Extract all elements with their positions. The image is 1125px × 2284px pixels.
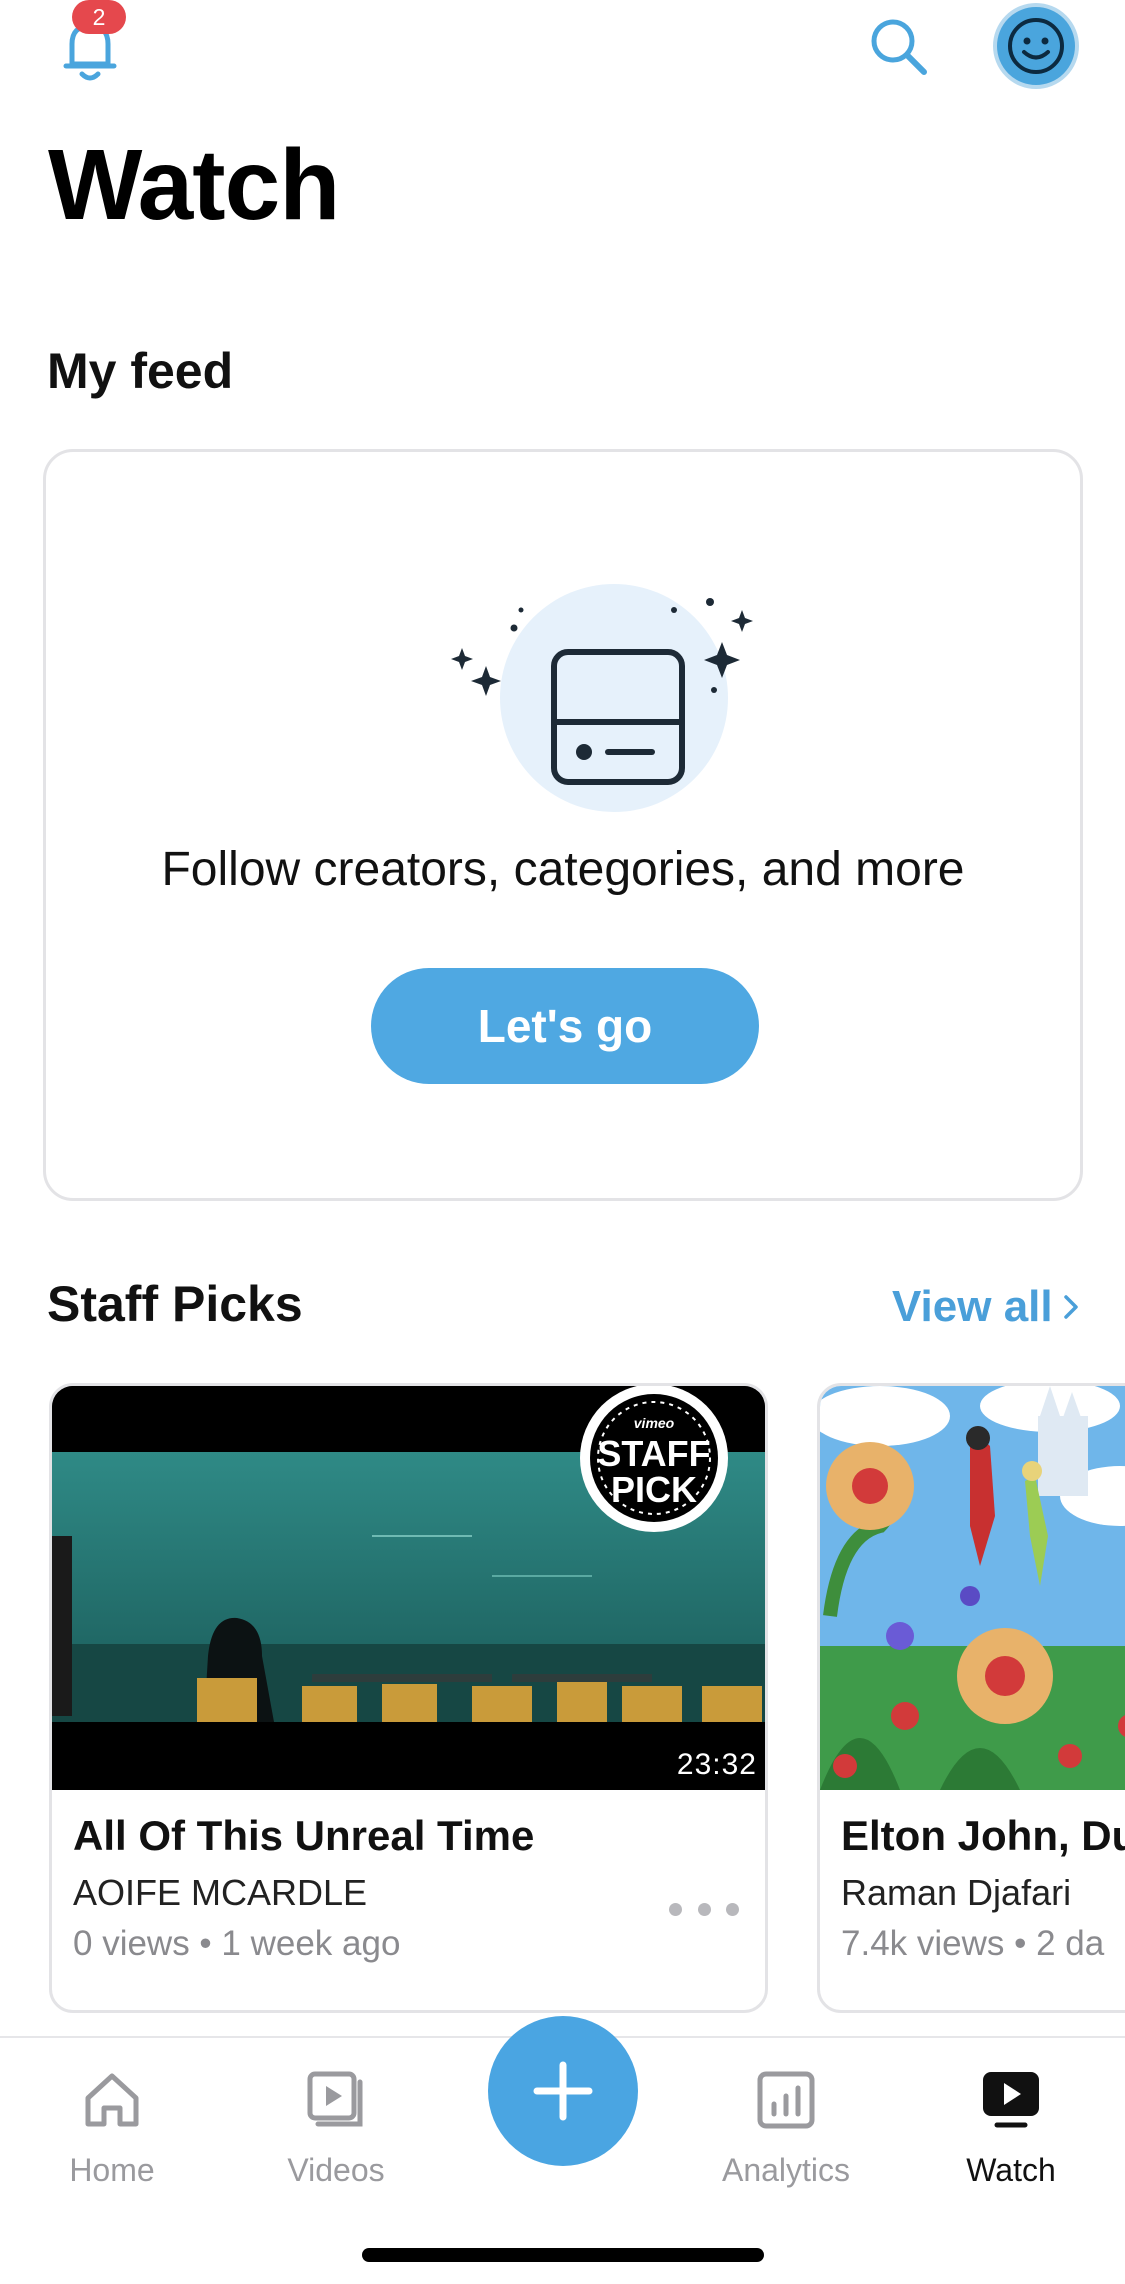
- badge-staff-text: STAFF: [597, 1433, 710, 1474]
- tab-videos[interactable]: Videos: [246, 2068, 426, 2189]
- tab-home[interactable]: Home: [22, 2068, 202, 2189]
- video-duration: 23:32: [676, 1748, 757, 1781]
- tab-videos-label: Videos: [287, 2152, 385, 2188]
- tab-watch-label: Watch: [966, 2152, 1056, 2188]
- video-thumbnail[interactable]: vimeo STAFF PICK 23:32: [52, 1386, 765, 1790]
- staff-picks-title: Staff Picks: [47, 1276, 303, 1332]
- add-video-button[interactable]: [488, 2016, 638, 2166]
- feed-illustration-icon: [451, 584, 753, 812]
- video-author[interactable]: Raman Djafari: [841, 1872, 1071, 1914]
- badge-pick-text: PICK: [611, 1469, 697, 1510]
- feed-prompt-text: Follow creators, categories, and more: [161, 843, 965, 896]
- chevron-right-icon: [1063, 1295, 1078, 1319]
- thumbnail-image: [820, 1386, 1125, 1790]
- watch-screen: 2 Watch My feed Follow creators, categor…: [0, 0, 1125, 2284]
- analytics-icon: [757, 2071, 815, 2129]
- video-title[interactable]: Elton John, Du: [841, 1812, 1125, 1860]
- tab-analytics[interactable]: Analytics: [696, 2068, 876, 2189]
- watch-icon: [983, 2072, 1039, 2128]
- video-author[interactable]: AOIFE MCARDLE: [73, 1872, 367, 1914]
- badge-vimeo-text: vimeo: [634, 1415, 675, 1431]
- profile-avatar[interactable]: [993, 3, 1079, 89]
- lets-go-button[interactable]: Let's go: [371, 968, 759, 1084]
- videos-icon: [307, 2071, 363, 2127]
- video-thumbnail[interactable]: [820, 1386, 1125, 1790]
- video-title[interactable]: All Of This Unreal Time: [73, 1812, 534, 1860]
- plus-icon: [533, 2061, 593, 2121]
- video-meta: 7.4k views • 2 da: [841, 1924, 1105, 1963]
- view-all-link[interactable]: View all: [892, 1282, 1079, 1332]
- more-options-icon[interactable]: [669, 1894, 739, 1924]
- view-all-label: View all: [892, 1282, 1053, 1331]
- video-card[interactable]: Elton John, Du Raman Djafari 7.4k views …: [817, 1383, 1125, 2013]
- tab-home-label: Home: [69, 2152, 155, 2188]
- tab-watch[interactable]: Watch: [921, 2068, 1101, 2189]
- home-icon: [85, 2073, 139, 2127]
- search-icon[interactable]: [866, 14, 930, 78]
- home-indicator[interactable]: [362, 2248, 764, 2262]
- video-card[interactable]: vimeo STAFF PICK 23:32 All Of This Unrea…: [49, 1383, 768, 2013]
- my-feed-card: Follow creators, categories, and more Le…: [43, 449, 1083, 1201]
- tab-analytics-label: Analytics: [721, 2152, 851, 2188]
- smiley-face-icon: [1008, 18, 1064, 74]
- video-meta: 0 views • 1 week ago: [73, 1924, 401, 1963]
- page-title: Watch: [48, 129, 340, 241]
- thumbnail-image: vimeo STAFF PICK: [52, 1386, 765, 1790]
- notification-badge: 2: [72, 0, 126, 34]
- my-feed-title: My feed: [47, 343, 234, 399]
